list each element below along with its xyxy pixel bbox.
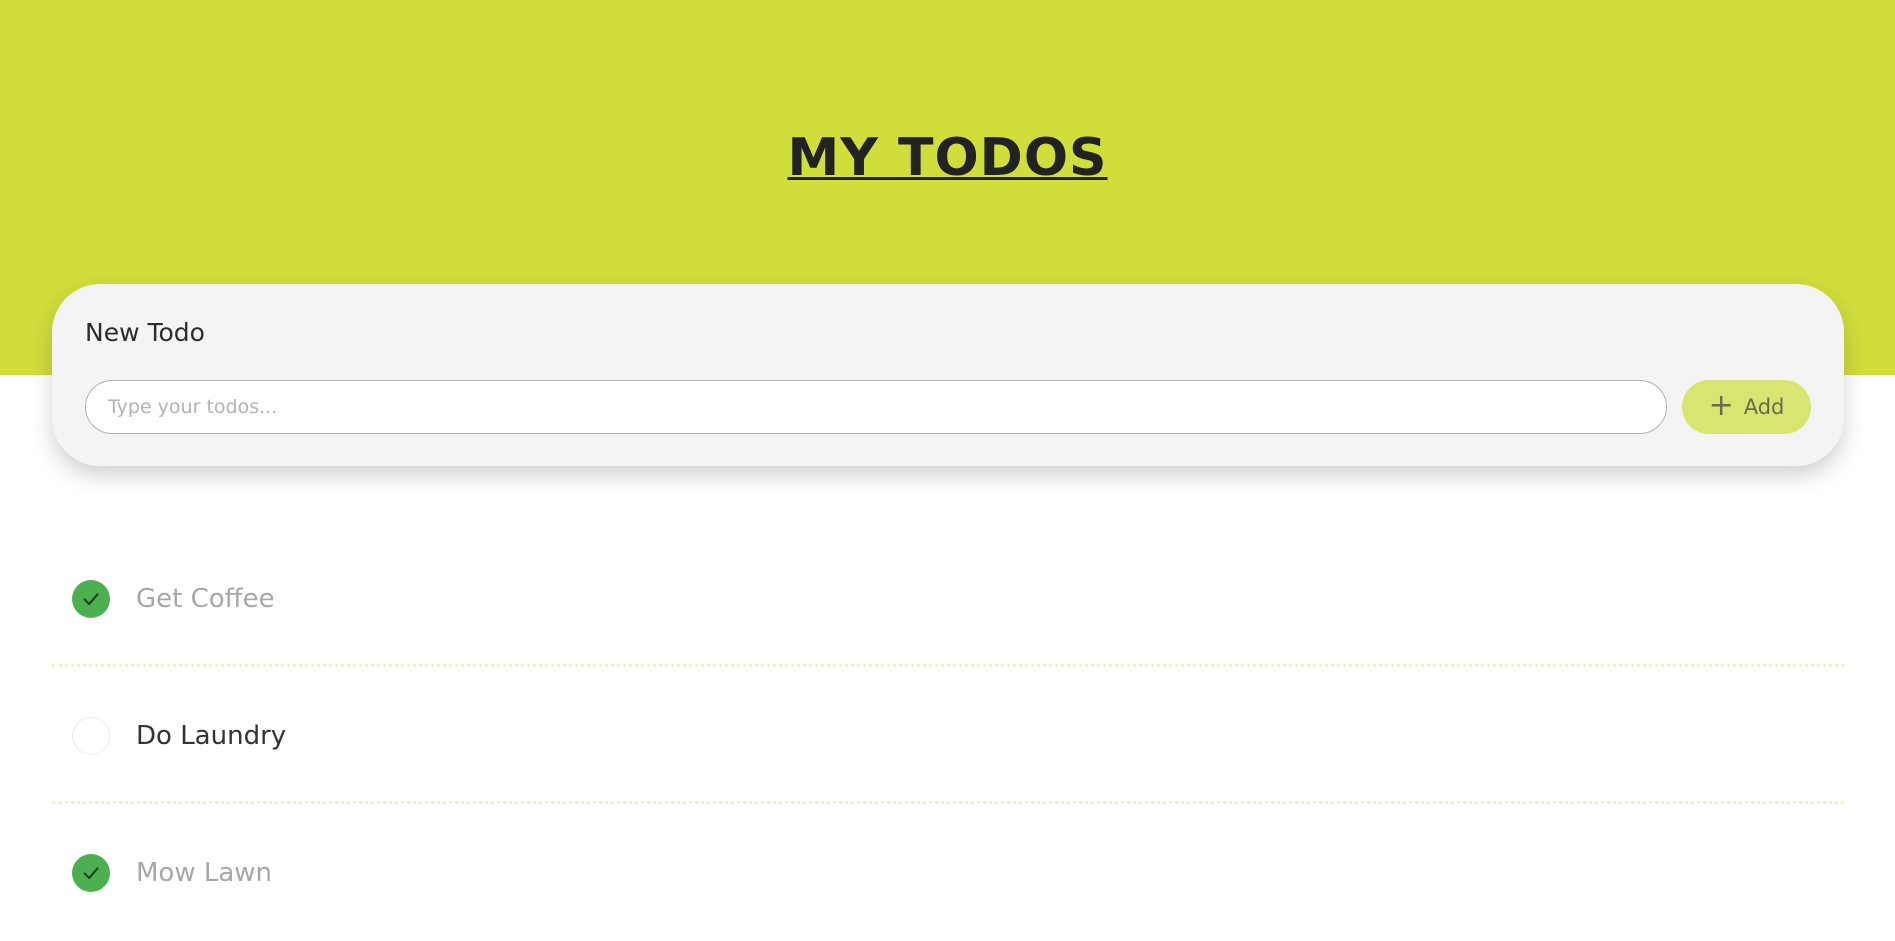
- todo-item: Mow Lawn: [52, 804, 1844, 941]
- check-icon: [83, 867, 99, 880]
- add-button[interactable]: + Add: [1682, 380, 1811, 434]
- todo-item: Do Laundry: [52, 667, 1844, 804]
- todo-checkbox[interactable]: [72, 717, 110, 755]
- todo-item: Get Coffee: [52, 530, 1844, 667]
- plus-icon: +: [1708, 388, 1734, 423]
- todo-input[interactable]: [85, 380, 1667, 434]
- add-button-label: Add: [1743, 395, 1785, 419]
- new-todo-card: New Todo + Add: [52, 284, 1844, 466]
- todo-checkbox[interactable]: [72, 580, 110, 618]
- todo-checkbox[interactable]: [72, 854, 110, 892]
- todo-list: Get Coffee Do Laundry Mow Lawn: [52, 530, 1844, 941]
- todo-item-text: Get Coffee: [136, 584, 275, 614]
- todo-item-text: Do Laundry: [136, 721, 287, 751]
- page-title: MY TODOS: [787, 128, 1108, 188]
- check-icon: [83, 593, 99, 606]
- new-todo-label: New Todo: [85, 318, 205, 347]
- todo-item-text: Mow Lawn: [136, 858, 273, 888]
